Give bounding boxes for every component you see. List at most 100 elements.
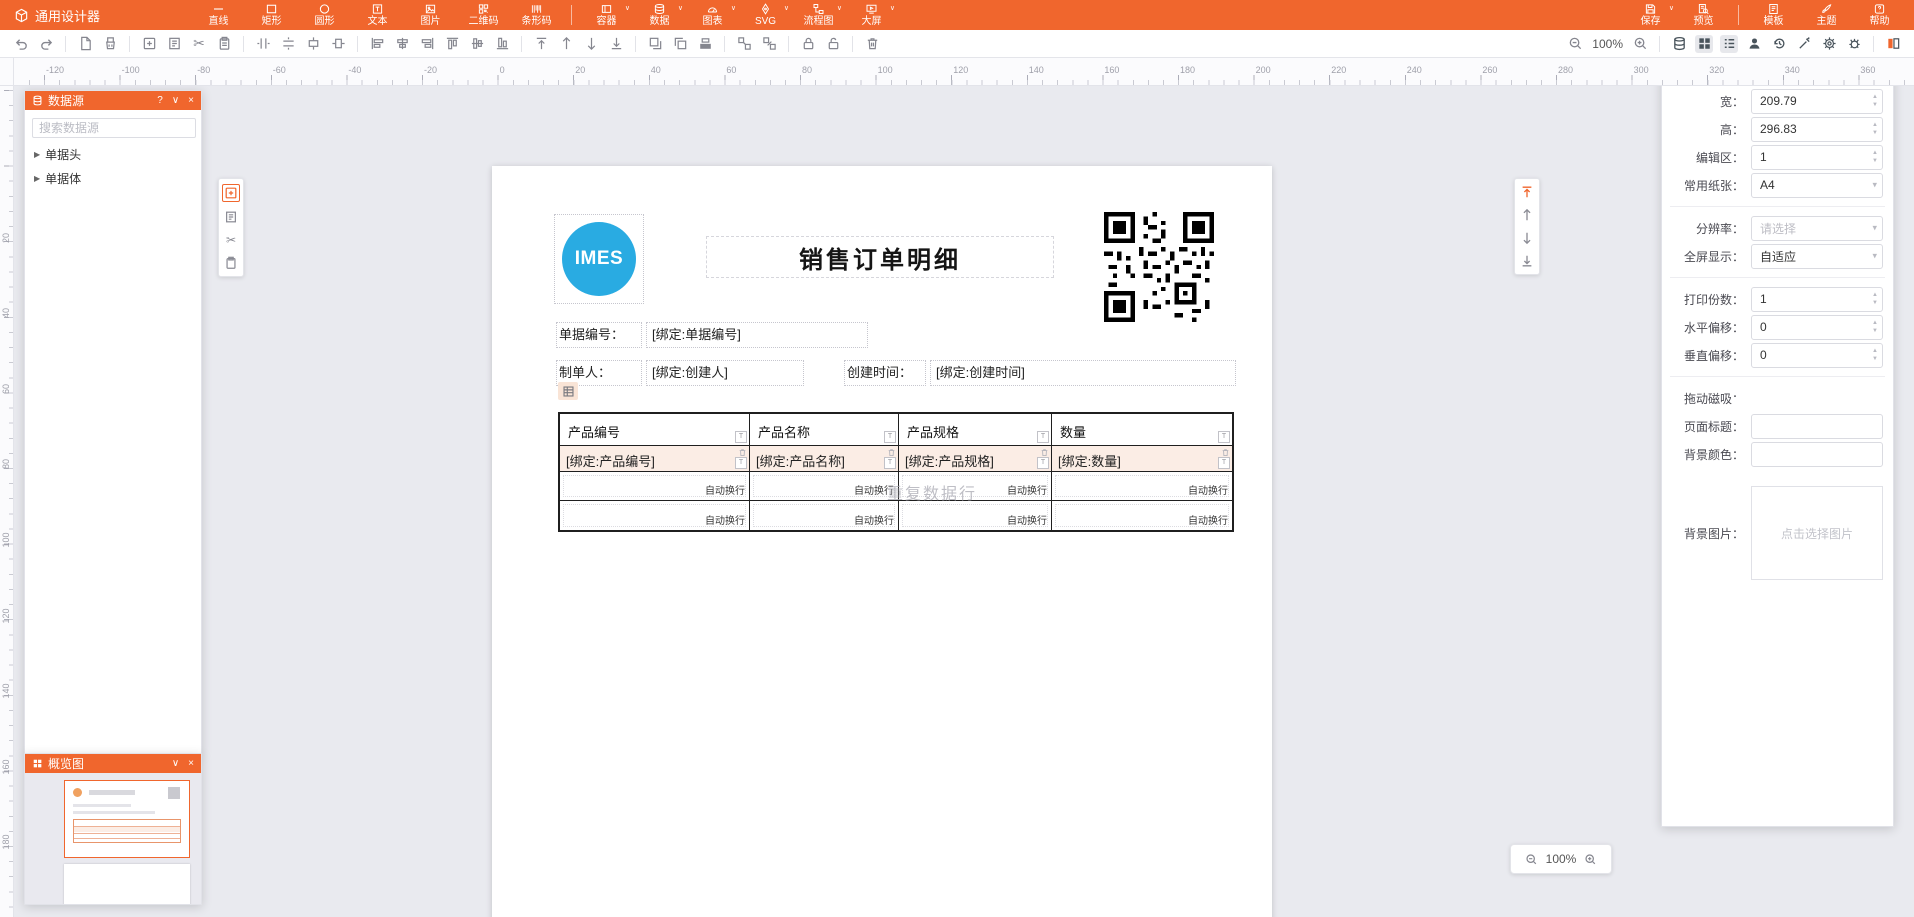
text-tool-icon[interactable]: T [1218, 457, 1230, 469]
expand-caret-icon[interactable]: ▶ [34, 174, 40, 183]
overview-thumbnail-area[interactable] [25, 773, 201, 904]
data-table[interactable]: 产品编号T 产品名称T 产品规格T 数量T [绑定:产品编号]T [绑定:产品名… [558, 412, 1234, 532]
paste-icon[interactable] [215, 35, 233, 53]
paste-icon[interactable] [223, 255, 239, 271]
table-autowrap-cell[interactable]: 自动换行 [750, 501, 899, 530]
text-tool-icon[interactable]: T [1218, 431, 1230, 443]
width-input[interactable]: 209.79 [1751, 89, 1883, 114]
overview-page-2[interactable] [64, 864, 190, 904]
ungroup-icon[interactable] [760, 35, 778, 53]
template-button[interactable]: 模板 [1747, 0, 1800, 30]
close-icon[interactable]: × [188, 95, 194, 106]
edit-area-input[interactable]: 1 [1751, 145, 1883, 170]
stepper-icons[interactable]: ▲▼ [1872, 347, 1878, 363]
undo-icon[interactable] [12, 35, 30, 53]
equal-height-icon[interactable] [279, 35, 297, 53]
redo-icon[interactable] [37, 35, 55, 53]
table-settings-icon[interactable] [558, 382, 578, 400]
plugin-icon[interactable] [1845, 35, 1863, 53]
resolution-select[interactable]: 请选择 [1751, 216, 1883, 241]
save-button[interactable]: ∨保存 [1624, 0, 1677, 30]
overview-panel-header[interactable]: 概览图 ∨× [25, 754, 201, 773]
table-autowrap-cell[interactable]: 自动换行 [560, 501, 750, 530]
widgets-toggle-icon[interactable] [1695, 35, 1713, 53]
tool-line[interactable]: 直线 [192, 0, 245, 30]
close-icon[interactable]: × [188, 758, 194, 769]
tool-image[interactable]: 图片 [404, 0, 457, 30]
creator-binding-element[interactable]: [绑定:创建人] [646, 360, 804, 386]
user-icon[interactable] [1745, 35, 1763, 53]
form-list-icon[interactable] [223, 209, 239, 225]
offset-x-input[interactable]: 0 [1751, 315, 1883, 340]
outline-toggle-icon[interactable] [1720, 35, 1738, 53]
send-back-icon[interactable] [1519, 253, 1535, 269]
bring-front-icon[interactable] [532, 35, 550, 53]
align-right-icon[interactable] [418, 35, 436, 53]
doc-no-binding-element[interactable]: [绑定:单据编号] [646, 322, 868, 348]
group-icon[interactable] [735, 35, 753, 53]
delete-binding-icon[interactable] [738, 448, 747, 457]
center-v-icon[interactable] [329, 35, 347, 53]
stepper-icons[interactable]: ▲▼ [1872, 291, 1878, 307]
tool-chart[interactable]: ∨图表 [686, 0, 739, 30]
clear-icon[interactable] [101, 35, 119, 53]
company-logo[interactable]: IMES [562, 222, 636, 296]
align-middle-icon[interactable] [468, 35, 486, 53]
table-binding-cell[interactable]: [绑定:产品名称]T [750, 446, 899, 472]
send-back-icon[interactable] [607, 35, 625, 53]
table-header-cell[interactable]: 产品名称T [750, 414, 899, 446]
tool-rect[interactable]: 矩形 [245, 0, 298, 30]
text-tool-icon[interactable]: T [884, 457, 896, 469]
layers-icon[interactable] [696, 35, 714, 53]
created-label-element[interactable]: 创建时间： [844, 360, 926, 386]
document-page[interactable]: IMES 销售订单明细 单据编号： [绑定:单据编号] 制单人： [绑定:创建人… [492, 166, 1272, 917]
move-up-icon[interactable] [557, 35, 575, 53]
zoom-in-icon[interactable] [1631, 35, 1649, 53]
table-autowrap-cell[interactable]: 自动换行 [899, 501, 1052, 530]
help-button[interactable]: 帮助 [1853, 0, 1906, 30]
expand-caret-icon[interactable]: ▶ [34, 150, 40, 159]
zoom-in-icon[interactable] [1584, 853, 1597, 866]
stepper-icons[interactable]: ▲▼ [1872, 319, 1878, 335]
tool-barcode[interactable]: 条形码 [510, 0, 563, 30]
table-binding-cell[interactable]: [绑定:产品编号]T [560, 446, 750, 472]
tool-circle[interactable]: 圆形 [298, 0, 351, 30]
new-page-icon[interactable] [76, 35, 94, 53]
table-autowrap-cell[interactable]: 自动换行 [1052, 472, 1232, 501]
shortcut-icon[interactable] [1795, 35, 1813, 53]
history-icon[interactable] [1770, 35, 1788, 53]
tool-qrcode[interactable]: 二维码 [457, 0, 510, 30]
datasource-search-input[interactable] [32, 118, 196, 138]
stepper-icons[interactable]: ▲▼ [1872, 93, 1878, 109]
align-left-icon[interactable] [368, 35, 386, 53]
collapse-icon[interactable]: ∨ [172, 758, 179, 769]
tool-data[interactable]: ∨数据 [633, 0, 686, 30]
table-autowrap-cell[interactable]: 自动换行 [1052, 501, 1232, 530]
bg-color-input[interactable] [1751, 442, 1883, 467]
table-header-cell[interactable]: 产品编号T [560, 414, 750, 446]
qr-code[interactable] [1104, 212, 1214, 322]
text-tool-icon[interactable]: T [735, 431, 747, 443]
cut-icon[interactable]: ✂ [190, 35, 208, 53]
move-up-icon[interactable] [1519, 207, 1535, 223]
document-title-element[interactable]: 销售订单明细 [706, 236, 1054, 278]
form-icon[interactable] [165, 35, 183, 53]
lock-icon[interactable] [799, 35, 817, 53]
table-binding-cell[interactable]: [绑定:数量]T [1052, 446, 1232, 472]
theme-button[interactable]: 主题 [1800, 0, 1853, 30]
stepper-icons[interactable]: ▲▼ [1872, 149, 1878, 165]
align-top-icon[interactable] [443, 35, 461, 53]
zoom-out-icon[interactable] [1566, 35, 1584, 53]
copy-icon[interactable] [646, 35, 664, 53]
move-down-icon[interactable] [582, 35, 600, 53]
overview-page-1[interactable] [64, 780, 190, 858]
collapse-icon[interactable]: ∨ [172, 95, 179, 106]
table-header-cell[interactable]: 产品规格T [899, 414, 1052, 446]
tool-flow[interactable]: ∨流程图 [792, 0, 845, 30]
equal-width-icon[interactable] [254, 35, 272, 53]
duplicate-icon[interactable] [671, 35, 689, 53]
delete-binding-icon[interactable] [1221, 448, 1230, 457]
align-bottom-icon[interactable] [493, 35, 511, 53]
bring-front-icon[interactable] [1519, 184, 1535, 200]
tool-container[interactable]: ∨容器 [580, 0, 633, 30]
